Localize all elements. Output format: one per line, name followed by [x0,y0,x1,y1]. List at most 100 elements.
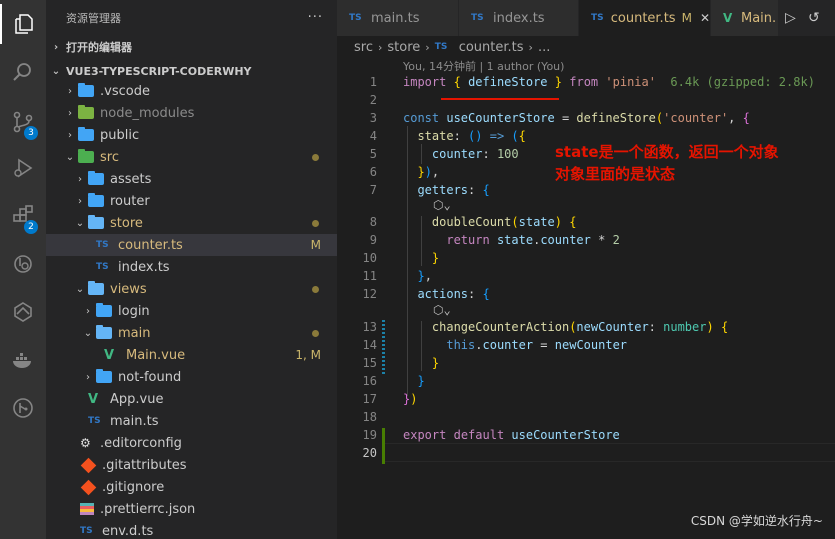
tree-item-gitattributes[interactable]: .gitattributes [46,454,337,476]
source-control-icon[interactable]: 3 [0,102,46,142]
code-line: counter: 100 [431,147,519,161]
tree-item-label: index.ts [118,259,170,275]
gutter-modified-marker [382,320,385,374]
tree-item-label: src [100,149,119,165]
code-line: import { defineStore } from 'pinia' 6.4k… [403,75,815,89]
typescript-icon: TS [80,526,93,536]
line-number: 5 [369,147,377,161]
typescript-icon: TS [471,13,484,23]
tree-item-router[interactable]: › router [46,190,337,212]
code-line: actions: { [417,287,490,301]
tab-label: main.ts [371,10,420,26]
folder-icon [78,105,94,119]
timeline-icon[interactable]: ↺ [808,10,820,26]
gitlens-icon[interactable] [0,292,46,332]
codelens-gitlens-icon[interactable]: ⬡⌄ [433,303,451,317]
explorer-title: 资源管理器 [66,12,121,25]
tree-item-src[interactable]: ⌄ src [46,146,337,168]
tree-item-gitignore[interactable]: .gitignore [46,476,337,498]
tree-item-views[interactable]: ⌄ views [46,278,337,300]
chevron-right-icon: › [86,371,90,383]
tree-item-label: not-found [118,369,182,385]
line-number: 16 [362,374,377,388]
tree-item-index-ts[interactable]: TS index.ts [46,256,337,278]
import-cost-label: 6.4k (gzipped: 2.8k) [670,75,815,89]
tab-main-vue[interactable]: V Main. [711,0,779,36]
git-blame-lens[interactable]: You, 14分钟前 | 1 author (You) [403,58,564,74]
line-number: 8 [369,215,377,229]
chevron-down-icon: ⌄ [83,327,93,339]
chevron-right-icon: › [86,305,90,317]
extensions-icon[interactable]: 2 [0,196,46,236]
chevron-right-icon: › [68,107,72,119]
tree-item-store[interactable]: ⌄ store [46,212,337,234]
chevron-down-icon: ⌄ [65,151,75,163]
vue-icon: V [88,391,99,407]
git-status: 1, M [295,348,321,362]
tree-item-not-found[interactable]: › not-found [46,366,337,388]
git-status: M [310,238,321,252]
tree-item-label: assets [110,171,152,187]
remote-explorer-icon[interactable] [0,244,46,284]
run-icon[interactable]: ▷ [785,10,796,26]
docker-icon[interactable] [0,340,46,380]
breadcrumb-item[interactable]: src [354,40,373,55]
tab-counter-ts[interactable]: TS counter.ts M ✕ [579,0,711,36]
line-number: 1 [369,75,377,89]
prettier-icon [80,503,94,515]
breadcrumb-item[interactable]: counter.ts [459,40,524,55]
line-number: 9 [369,233,377,247]
project-section[interactable]: ⌄ VUE3-TYPESCRIPT-CODERWHY [46,60,337,82]
vue-icon: V [104,347,115,363]
tree-item-prettierrc[interactable]: .prettierrc.json [46,498,337,520]
code-line: }) [403,392,418,406]
breadcrumb-item[interactable]: ... [538,40,550,55]
tree-item-label: App.vue [110,391,164,407]
folder-icon [96,369,112,383]
close-icon[interactable]: ✕ [700,11,710,25]
line-number: 19 [362,428,377,442]
tree-item-env-d-ts[interactable]: TS env.d.ts [46,520,337,539]
line-number: 11 [362,269,377,283]
git-icon [80,479,97,495]
search-icon[interactable] [0,52,46,92]
run-debug-icon[interactable] [0,148,46,188]
tree-item-assets[interactable]: › assets [46,168,337,190]
code-editor[interactable]: You, 14分钟前 | 1 author (You) 1 2 3 4 5 6 … [337,58,835,539]
editor-tabs: TS main.ts TS index.ts TS counter.ts M ✕… [337,0,835,36]
tree-item-label: main [118,325,151,341]
open-editors-section[interactable]: › 打开的编辑器 [46,36,337,58]
explorer-sidebar: 资源管理器 ··· › 打开的编辑器 ⌄ VUE3-TYPESCRIPT-COD… [46,0,337,539]
tree-item-counter-ts[interactable]: TS counter.ts M [46,234,337,256]
typescript-icon: TS [96,240,109,250]
code-line: }, [417,269,432,283]
tree-item-main-vue[interactable]: V Main.vue 1, M [46,344,337,366]
line-number: 14 [362,338,377,352]
tab-main-ts[interactable]: TS main.ts [337,0,459,36]
line-number: 4 [369,129,377,143]
tree-item-app-vue[interactable]: V App.vue [46,388,337,410]
tree-item-label: views [110,281,147,297]
tree-item-label: login [118,303,150,319]
explorer-icon[interactable] [0,4,46,44]
tree-item-vscode[interactable]: › .vscode [46,80,337,102]
annotation-text: state是一个函数，返回一个对象 [555,143,779,161]
code-line: this.counter = newCounter [446,338,628,352]
tree-item-label: env.d.ts [102,523,154,539]
tree-item-login[interactable]: › login [46,300,337,322]
source-control-badge: 3 [24,126,38,140]
tree-item-label: node_modules [100,105,195,121]
tree-item-main-ts[interactable]: TS main.ts [46,410,337,432]
git-graph-icon[interactable] [0,388,46,428]
tree-item-main[interactable]: ⌄ main [46,322,337,344]
tree-item-node-modules[interactable]: › node_modules [46,102,337,124]
tree-item-label: .gitattributes [102,457,187,473]
codelens-gitlens-icon[interactable]: ⬡⌄ [433,198,451,212]
tree-item-editorconfig[interactable]: ⚙ .editorconfig [46,432,337,454]
breadcrumb-item[interactable]: store [387,40,420,55]
more-actions-icon[interactable]: ··· [308,10,323,25]
open-editors-label: 打开的编辑器 [66,41,132,54]
tree-item-public[interactable]: › public [46,124,337,146]
chevron-down-icon: ⌄ [51,65,61,77]
tab-index-ts[interactable]: TS index.ts [459,0,579,36]
